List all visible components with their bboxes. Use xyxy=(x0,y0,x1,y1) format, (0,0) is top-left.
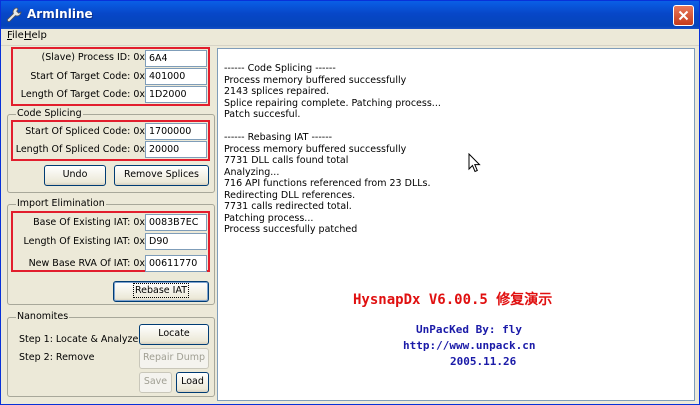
step2-text: Step 2: Remove xyxy=(19,352,95,363)
code-splicing-title: Code Splicing xyxy=(16,108,83,120)
length-iat-label: Length Of Existing IAT: 0x xyxy=(23,236,146,247)
base-iat-label: Base Of Existing IAT: 0x xyxy=(33,217,145,228)
log-line: Process memory buffered successfully xyxy=(224,74,407,86)
log-line: Redirecting DLL references. xyxy=(224,189,356,201)
locate-button[interactable]: Locate xyxy=(139,324,209,345)
menu-help[interactable]: Help xyxy=(24,30,47,41)
credit-author: UnPacKed By: fly xyxy=(416,323,522,336)
remove-splices-button[interactable]: Remove Splices xyxy=(114,165,209,186)
log-line: 7731 DLL calls found total xyxy=(224,155,349,166)
save-label: Save xyxy=(143,376,168,387)
window-title: ArmInline xyxy=(27,7,93,21)
credit-title: HysnapDx V6.00.5 修复演示 xyxy=(353,292,553,308)
start-target-code-field[interactable] xyxy=(145,68,207,85)
process-id-label: (Slave) Process ID: 0x xyxy=(41,52,145,63)
title-bar[interactable]: ArmInline xyxy=(1,1,699,29)
length-iat-field[interactable] xyxy=(145,233,207,250)
log-line: Splice repairing complete. Patching proc… xyxy=(224,97,441,109)
rebase-iat-button[interactable]: Rebase IAT xyxy=(113,281,209,302)
arminline-window: ArmInline File Help (Slave) Process ID: … xyxy=(0,0,700,405)
repair-dump-button[interactable]: Repair Dump xyxy=(139,348,209,369)
length-target-code-label: Length Of Target Code: 0x xyxy=(20,89,145,100)
mouse-cursor-icon xyxy=(468,153,481,173)
import-elimination-title: Import Elimination xyxy=(16,198,106,210)
nanomites-title: Nanomites xyxy=(16,311,70,323)
credit-date: 2005.11.26 xyxy=(450,355,517,368)
log-line: ------ Rebasing IAT ------ xyxy=(224,132,333,143)
base-iat-field[interactable] xyxy=(145,214,207,231)
process-id-field[interactable] xyxy=(145,50,207,67)
start-spliced-code-field[interactable] xyxy=(145,123,207,140)
menu-file[interactable]: File xyxy=(7,30,24,41)
repair-dump-label: Repair Dump xyxy=(142,352,206,363)
rebase-iat-label: Rebase IAT xyxy=(132,283,190,298)
undo-button[interactable]: Undo xyxy=(44,165,106,186)
credit-url: http://www.unpack.cn xyxy=(403,339,536,352)
undo-label: Undo xyxy=(62,169,88,180)
log-output-panel[interactable]: ------ Code Splicing ------ Process memor… xyxy=(217,48,695,401)
load-button[interactable]: Load xyxy=(176,372,209,393)
length-spliced-code-field[interactable] xyxy=(145,141,207,158)
locate-label: Locate xyxy=(158,328,190,339)
wrench-icon xyxy=(7,7,22,22)
log-line: 2143 splices repaired. xyxy=(224,86,330,97)
remove-splices-label: Remove Splices xyxy=(124,169,199,180)
log-line: 716 API functions referenced from 23 DLL… xyxy=(224,178,431,189)
log-line: Patching process... xyxy=(224,212,314,224)
step1-text: Step 1: Locate & Analyze xyxy=(19,334,139,345)
save-button[interactable]: Save xyxy=(139,372,172,393)
start-target-code-label: Start Of Target Code: 0x xyxy=(30,71,145,82)
load-label: Load xyxy=(181,376,204,387)
log-line: Process succesfully patched xyxy=(224,224,358,235)
start-spliced-code-label: Start Of Spliced Code: 0x xyxy=(25,126,145,137)
log-line: Analyzing... xyxy=(224,166,280,178)
new-base-rva-label: New Base RVA Of IAT: 0x xyxy=(28,258,145,269)
length-spliced-code-label: Length Of Spliced Code: 0x xyxy=(15,144,145,155)
log-line: 7731 calls redirected total. xyxy=(224,201,352,212)
menu-bar: File Help xyxy=(1,29,699,46)
log-line: ------ Code Splicing ------ xyxy=(224,63,336,74)
close-icon xyxy=(678,10,689,21)
close-button[interactable] xyxy=(673,5,694,26)
log-line: Patch succesful. xyxy=(224,109,301,120)
new-base-rva-field[interactable] xyxy=(145,255,207,272)
log-line: Process memory buffered successfully xyxy=(224,143,407,155)
length-target-code-field[interactable] xyxy=(145,86,207,103)
